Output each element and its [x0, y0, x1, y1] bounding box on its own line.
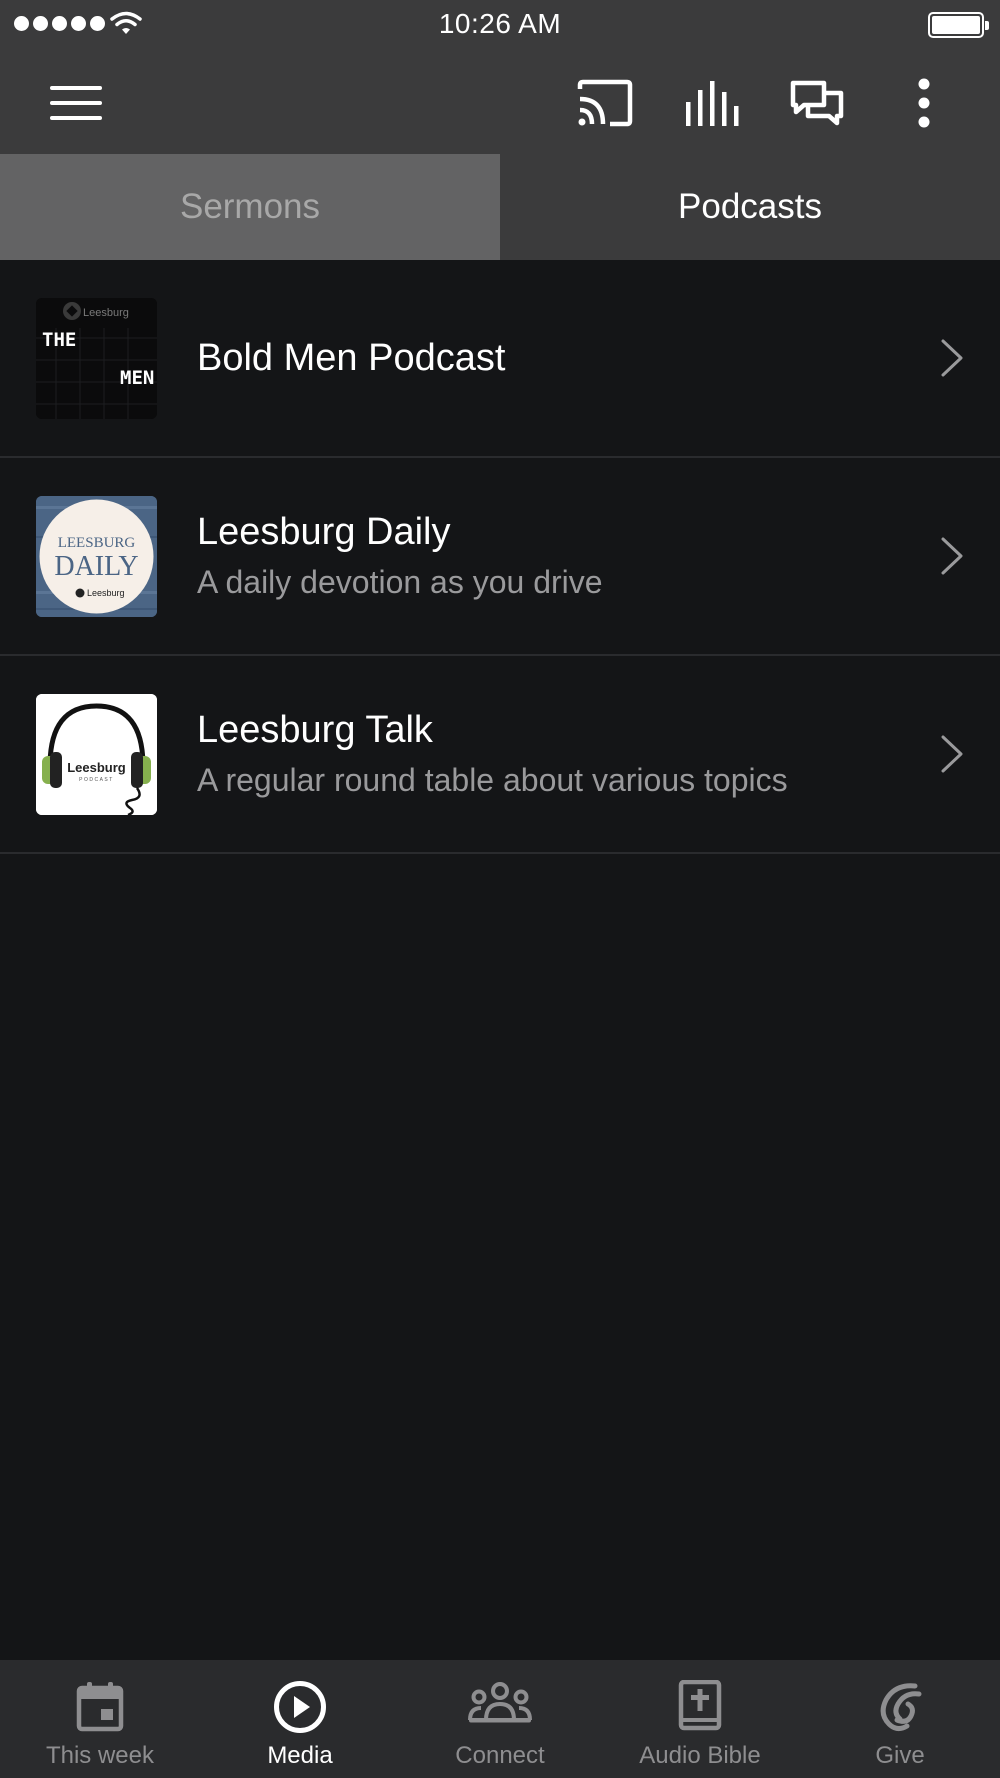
calendar-icon	[76, 1682, 124, 1732]
svg-text:Leesburg: Leesburg	[67, 760, 126, 775]
podcast-list: Leesburg THE MEN Bold Men Podcast LEESBU…	[0, 260, 1000, 854]
nav-audio-bible[interactable]: Audio Bible	[600, 1660, 800, 1778]
nav-media[interactable]: Media	[200, 1660, 400, 1778]
bottom-nav: This week Media Connect Audio Bible Give	[0, 1660, 1000, 1778]
nav-connect[interactable]: Connect	[400, 1660, 600, 1778]
podcast-artwork: Leesburg THE MEN	[36, 298, 157, 419]
svg-text:PODCAST: PODCAST	[79, 777, 114, 783]
podcast-title: Leesburg Talk	[197, 709, 433, 751]
bible-icon	[678, 1680, 722, 1731]
chevron-right-icon	[941, 735, 963, 773]
more-vertical-icon[interactable]	[893, 72, 955, 134]
tab-sermons[interactable]: Sermons	[0, 154, 500, 260]
battery-icon	[928, 12, 989, 38]
podcast-row-leesburg-daily[interactable]: LEESBURG DAILY Leesburg Leesburg Daily A…	[0, 458, 1000, 656]
status-time: 10:26 AM	[438, 8, 562, 39]
svg-text:LEESBURG: LEESBURG	[58, 535, 136, 551]
svg-text:THE: THE	[42, 329, 76, 351]
chevron-right-icon	[941, 537, 963, 575]
tab-podcasts[interactable]: Podcasts	[500, 154, 1000, 260]
chevron-right-icon	[941, 339, 963, 377]
hamburger-menu-icon[interactable]	[45, 72, 107, 134]
nav-label: This week	[45, 1742, 155, 1769]
podcast-artwork: LEESBURG DAILY Leesburg	[36, 496, 157, 617]
svg-text:DAILY: DAILY	[54, 551, 138, 582]
nav-label: Give	[875, 1742, 925, 1769]
play-circle-icon	[274, 1681, 326, 1733]
cast-icon[interactable]	[574, 72, 636, 134]
people-group-icon	[468, 1682, 532, 1723]
nav-label: Connect	[455, 1742, 545, 1769]
nav-give[interactable]: Give	[800, 1660, 1000, 1778]
podcast-title: Bold Men Podcast	[197, 336, 506, 379]
audio-bars-icon[interactable]	[680, 72, 742, 134]
chat-bubbles-icon[interactable]	[786, 72, 848, 134]
nav-label: Media	[267, 1742, 333, 1769]
svg-text:Leesburg: Leesburg	[83, 307, 129, 319]
give-hand-icon	[880, 1683, 922, 1732]
podcast-title: Leesburg Daily	[197, 511, 451, 553]
svg-text:Leesburg: Leesburg	[87, 588, 125, 598]
podcast-artwork: Leesburg PODCAST	[36, 694, 157, 815]
podcast-subtitle: A regular round table about various topi…	[197, 762, 788, 798]
app-toolbar	[0, 52, 1000, 154]
nav-this-week[interactable]: This week	[0, 1660, 200, 1778]
podcast-subtitle: A daily devotion as you drive	[197, 564, 603, 600]
podcast-row-bold-men[interactable]: Leesburg THE MEN Bold Men Podcast	[0, 260, 1000, 458]
podcast-row-leesburg-talk[interactable]: Leesburg PODCAST Leesburg Talk A regular…	[0, 656, 1000, 854]
svg-text:MEN: MEN	[120, 367, 154, 389]
status-bar: 10:26 AM	[0, 0, 1000, 52]
nav-label: Audio Bible	[639, 1742, 761, 1769]
media-tabs: Sermons Podcasts	[0, 154, 1000, 260]
